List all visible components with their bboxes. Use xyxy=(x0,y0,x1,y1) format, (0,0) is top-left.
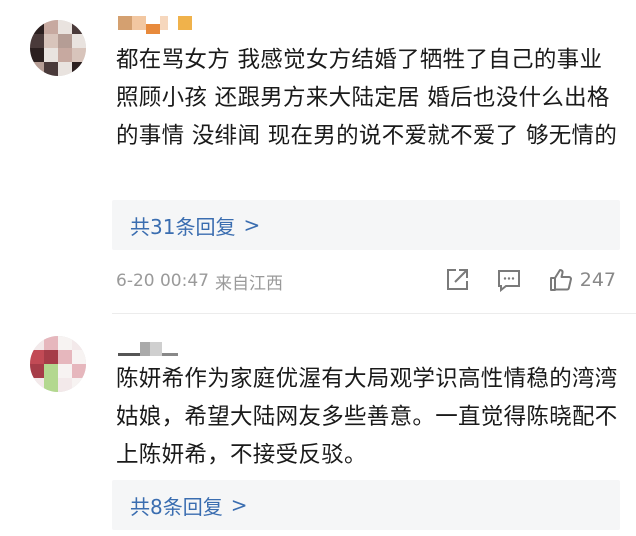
comment-item: 都在骂女方 我感觉女方结婚了牺牲了自己的事业 照顾小孩 还跟男方来大陆定居 婚后… xyxy=(0,0,636,312)
comment-icon xyxy=(496,267,522,293)
username[interactable] xyxy=(118,338,178,360)
view-replies-button[interactable]: 共8条回复 > xyxy=(112,480,620,530)
like-count: 247 xyxy=(579,269,616,291)
comment-text: 陈妍希作为家庭优渥有大局观学识高性情稳的湾湾姑娘，希望大陆网友多些善意。一直觉得… xyxy=(116,366,618,468)
comment-text: 都在骂女方 我感觉女方结婚了牺牲了自己的事业 照顾小孩 还跟男方来大陆定居 婚后… xyxy=(116,47,618,149)
chevron-right-icon: > xyxy=(230,493,248,517)
share-button[interactable] xyxy=(444,267,470,293)
chevron-right-icon: > xyxy=(243,213,261,237)
timestamp: 6-20 00:47 xyxy=(116,271,209,291)
comment-button[interactable] xyxy=(496,267,522,293)
view-replies-button[interactable]: 共31条回复 > xyxy=(112,200,620,250)
reply-count-label: 共8条回复 xyxy=(130,494,223,519)
like-icon xyxy=(548,267,574,293)
location: 来自江西 xyxy=(214,273,283,294)
comment-actions: 247 xyxy=(444,263,616,297)
divider xyxy=(112,313,636,314)
share-icon xyxy=(444,267,470,293)
username[interactable] xyxy=(118,12,192,34)
comment-meta: 6-20 00:47 来自江西 xyxy=(116,266,283,296)
reply-count-label: 共31条回复 xyxy=(130,214,236,239)
avatar[interactable] xyxy=(30,336,86,392)
avatar[interactable] xyxy=(30,20,86,76)
like-button[interactable]: 247 xyxy=(548,267,616,293)
comment-item: 陈妍希作为家庭优渥有大局观学识高性情稳的湾湾姑娘，希望大陆网友多些善意。一直觉得… xyxy=(0,316,636,536)
